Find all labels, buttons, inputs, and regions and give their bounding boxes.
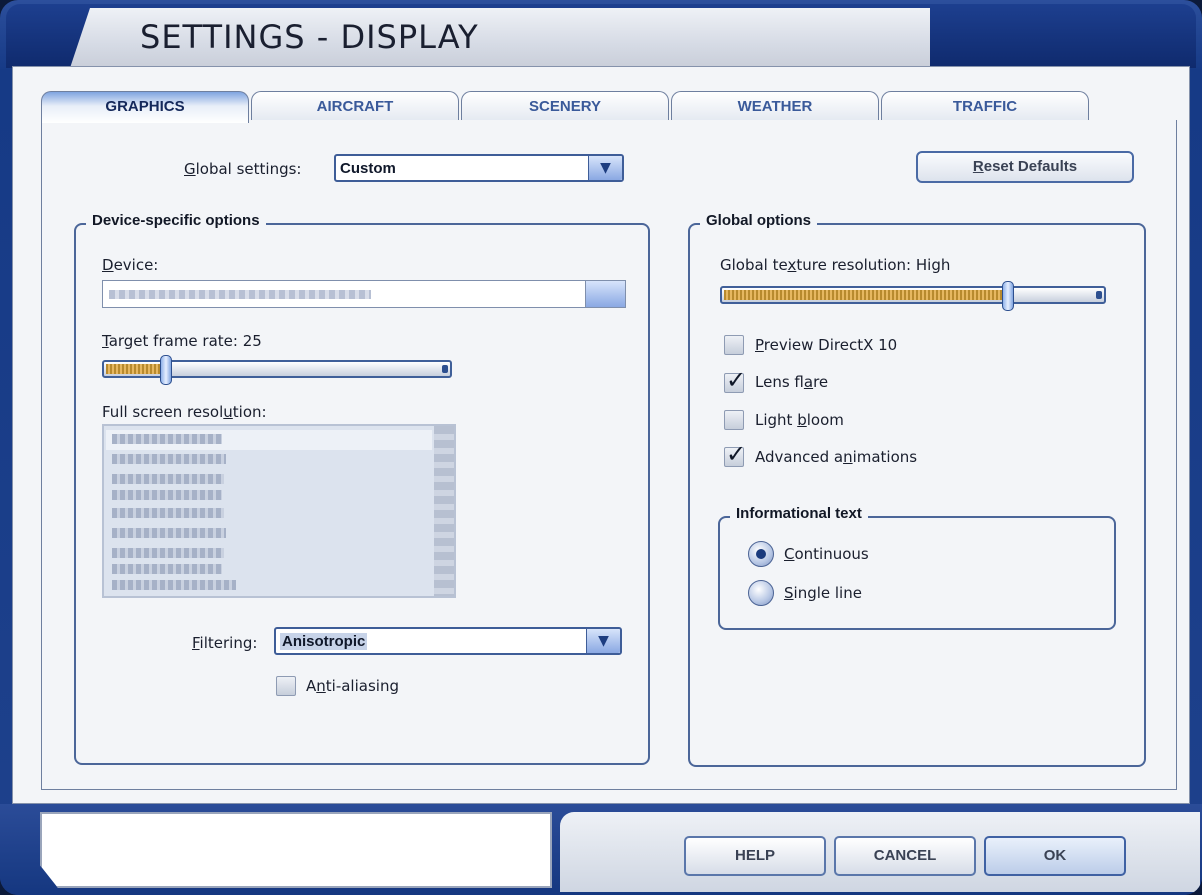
target-frame-rate-label: Target frame rate: 25 — [102, 332, 262, 350]
list-item[interactable] — [112, 454, 226, 464]
preview-directx10-checkbox[interactable] — [724, 335, 744, 355]
chevron-down-icon[interactable]: ▼ — [586, 629, 620, 653]
global-settings-label: Global settings: — [184, 160, 302, 178]
lens-flare-checkbox[interactable]: ✓ — [724, 366, 746, 394]
ok-button[interactable]: OK — [984, 836, 1126, 876]
window-title: SETTINGS - DISPLAY — [140, 18, 479, 56]
status-panel — [40, 812, 552, 888]
device-dropdown-arrow[interactable] — [585, 281, 625, 307]
list-item[interactable] — [112, 474, 224, 484]
graphics-panel: Global settings: Custom ▼ Reset Defaults… — [41, 120, 1177, 790]
list-item[interactable] — [112, 580, 236, 590]
anti-aliasing-checkbox[interactable] — [276, 676, 296, 696]
list-item[interactable] — [112, 528, 226, 538]
light-bloom-checkbox[interactable] — [724, 410, 744, 430]
slider-end-cap — [442, 365, 448, 373]
resolution-label: Full screen resolution: — [102, 403, 267, 421]
filtering-dropdown[interactable]: Anisotropic ▼ — [274, 627, 622, 655]
informational-text-group — [718, 516, 1116, 630]
device-name-redacted — [109, 290, 371, 299]
texture-slider-thumb[interactable] — [1002, 281, 1014, 311]
target-frame-rate-slider[interactable] — [102, 355, 452, 385]
slider-end-cap — [1096, 291, 1102, 299]
tab-traffic[interactable]: TRAFFIC — [881, 91, 1089, 121]
single-line-radio[interactable] — [748, 580, 774, 606]
filtering-label: Filtering: — [192, 634, 258, 652]
texture-slider-fill — [724, 290, 1004, 300]
tab-aircraft[interactable]: AIRCRAFT — [251, 91, 459, 121]
list-item[interactable] — [112, 548, 224, 558]
checkmark-icon: ✓ — [726, 440, 747, 468]
list-item[interactable] — [112, 564, 222, 574]
resolution-listbox[interactable] — [102, 424, 456, 598]
checkmark-icon: ✓ — [726, 366, 747, 394]
tab-graphics[interactable]: GRAPHICS — [41, 91, 249, 123]
help-button[interactable]: HELP — [684, 836, 826, 876]
texture-resolution-label: Global texture resolution: High — [720, 256, 951, 274]
radio-dot — [756, 549, 766, 559]
chevron-down-icon[interactable]: ▼ — [588, 156, 622, 180]
anti-aliasing-label: Anti-aliasing — [306, 677, 399, 695]
single-line-label: Single line — [784, 584, 862, 602]
target-slider-fill — [106, 364, 162, 374]
window-frame: SETTINGS - DISPLAY GRAPHICS AIRCRAFT SCE… — [0, 0, 1202, 895]
continuous-radio[interactable] — [748, 541, 774, 567]
advanced-animations-label: Advanced animations — [755, 448, 918, 466]
device-field[interactable] — [102, 280, 626, 308]
preview-directx10-label: Preview DirectX 10 — [755, 336, 898, 354]
texture-resolution-slider[interactable] — [720, 281, 1106, 311]
global-settings-value: Custom — [340, 160, 396, 177]
global-options-title: Global options — [700, 212, 817, 229]
tab-weather[interactable]: WEATHER — [671, 91, 879, 121]
device-label: Device: — [102, 256, 159, 274]
reset-defaults-button[interactable]: Reset Defaults — [916, 151, 1134, 183]
device-options-title: Device-specific options — [86, 212, 266, 229]
cancel-button[interactable]: CANCEL — [834, 836, 976, 876]
tab-scenery[interactable]: SCENERY — [461, 91, 669, 121]
list-scrollbar[interactable] — [434, 426, 454, 596]
continuous-label: Continuous — [784, 545, 869, 563]
informational-text-title: Informational text — [730, 505, 868, 522]
global-settings-dropdown[interactable]: Custom ▼ — [334, 154, 624, 182]
content-area: GRAPHICS AIRCRAFT SCENERY WEATHER TRAFFI… — [12, 66, 1190, 804]
lens-flare-label: Lens flare — [755, 373, 829, 391]
list-item[interactable] — [112, 508, 224, 518]
global-options-group — [688, 223, 1146, 767]
target-slider-thumb[interactable] — [160, 355, 172, 385]
list-item[interactable] — [112, 434, 222, 444]
light-bloom-label: Light bloom — [755, 411, 844, 429]
filtering-value: Anisotropic — [280, 633, 368, 650]
advanced-animations-checkbox[interactable]: ✓ — [724, 440, 746, 468]
list-item[interactable] — [112, 490, 222, 500]
